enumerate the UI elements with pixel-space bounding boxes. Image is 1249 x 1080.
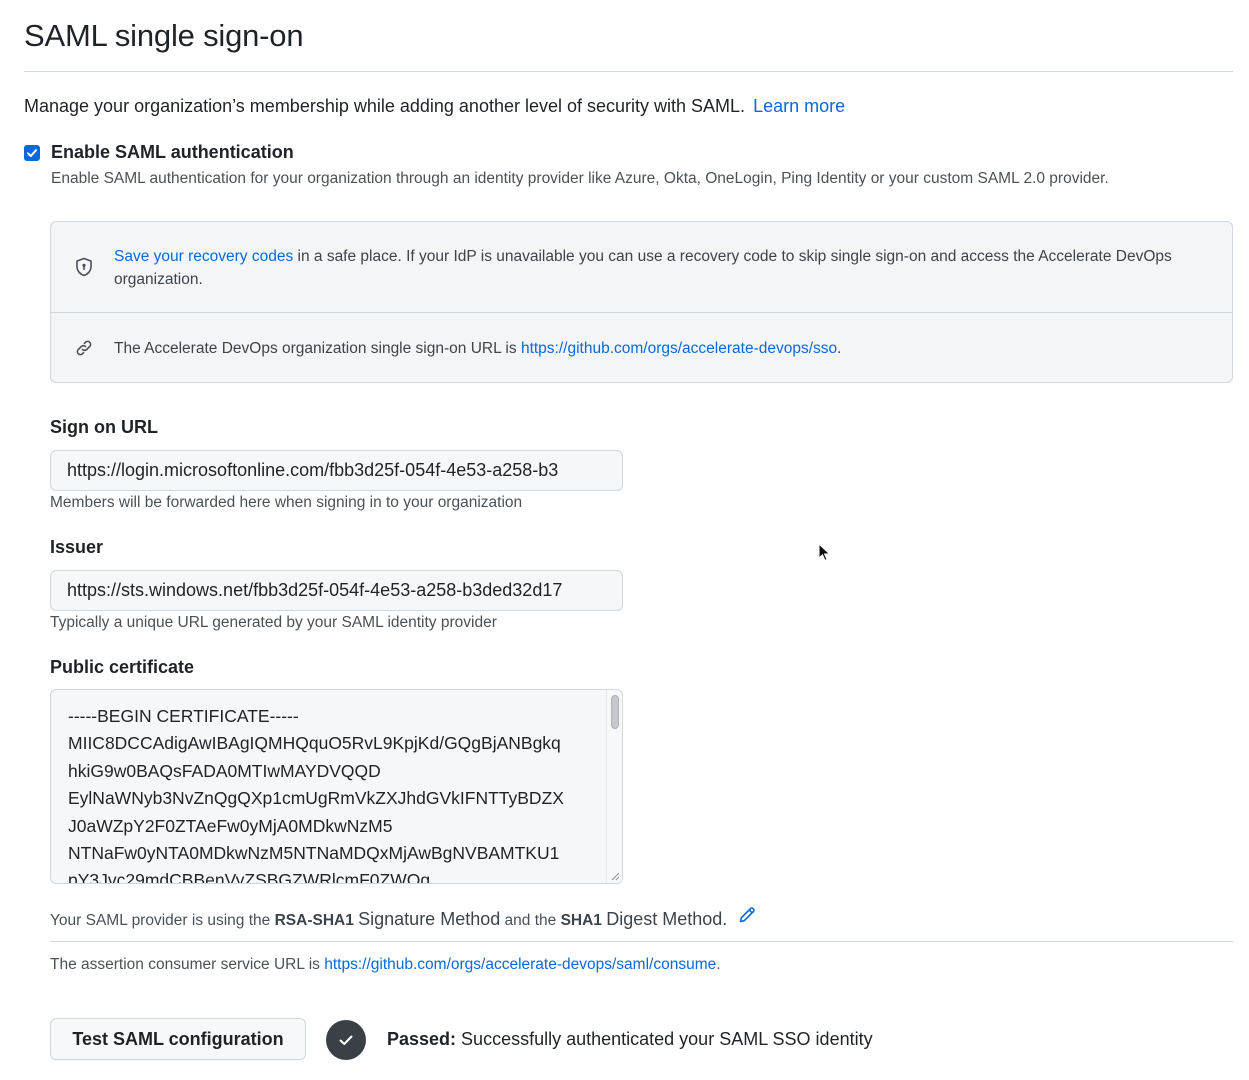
sso-notice-box: Save your recovery codes in a safe place… — [50, 221, 1233, 383]
digest-algorithm: SHA1 — [560, 912, 602, 929]
enable-saml-label[interactable]: Enable SAML authentication — [51, 142, 294, 163]
save-recovery-codes-link[interactable]: Save your recovery codes — [114, 248, 293, 265]
signature-method-row: Your SAML provider is using the RSA-SHA1… — [50, 905, 757, 930]
recovery-codes-notice: Save your recovery codes in a safe place… — [51, 222, 1232, 312]
title-divider — [24, 71, 1233, 72]
certificate-scrollbar[interactable] — [606, 690, 622, 883]
certificate-line: MIIC8DCCAdigAwIBAgIQMHQquO5RvL9KpjKd/GQg… — [68, 733, 561, 754]
public-certificate-textarea[interactable]: -----BEGIN CERTIFICATE----- MIIC8DCCAdig… — [50, 689, 623, 884]
acs-divider — [50, 941, 1233, 942]
sign-on-url-input[interactable]: https://login.microsoftonline.com/fbb3d2… — [50, 450, 623, 491]
issuer-hint: Typically a unique URL generated by your… — [50, 614, 497, 631]
saml-settings-page: SAML single sign-on Manage your organiza… — [0, 0, 1249, 1080]
link-icon — [73, 337, 95, 359]
certificate-line: EylNaWNyb3NvZnQgQXp1cmUgRmVkZXJhdGVkIFNT… — [68, 788, 564, 809]
certificate-content: -----BEGIN CERTIFICATE----- MIIC8DCCAdig… — [68, 703, 598, 884]
issuer-input[interactable]: https://sts.windows.net/fbb3d25f-054f-4e… — [50, 570, 623, 611]
acs-url-period: . — [716, 956, 721, 973]
issuer-label: Issuer — [50, 537, 104, 557]
signature-method-label: Signature Method — [358, 909, 501, 929]
acs-url-prefix: The assertion consumer service URL is — [50, 956, 320, 973]
acs-url-row: The assertion consumer service URL is ht… — [50, 956, 721, 974]
certificate-line: pY3Jvc29mdCBBenVyZSBGZWRlcmF0ZWQg — [68, 870, 431, 884]
learn-more-link[interactable]: Learn more — [753, 96, 845, 116]
test-status-message: Passed: Successfully authenticated your S… — [387, 1029, 873, 1050]
shield-icon — [73, 256, 95, 278]
status-label: Passed: — [387, 1029, 457, 1049]
mouse-pointer-icon — [818, 543, 831, 562]
signature-prefix: Your SAML provider is using the — [50, 912, 271, 929]
signature-algorithm: RSA-SHA1 — [274, 912, 354, 929]
certificate-line: -----BEGIN CERTIFICATE----- — [68, 706, 299, 726]
page-title: SAML single sign-on — [24, 18, 304, 53]
sso-url-link[interactable]: https://github.com/orgs/accelerate-devop… — [521, 340, 837, 357]
test-saml-configuration-button[interactable]: Test SAML configuration — [50, 1018, 306, 1060]
digest-method-label: Digest Method. — [606, 909, 728, 929]
public-certificate-label: Public certificate — [50, 657, 195, 677]
sign-on-url-hint: Members will be forwarded here when sign… — [50, 494, 523, 511]
certificate-line: hkiG9w0BAQsFADA0MTIwMAYDVQQD — [68, 760, 381, 781]
signature-middle: and the — [504, 912, 557, 929]
status-text: Successfully authenticated your SAML SSO… — [461, 1029, 873, 1049]
sso-url-notice: The Accelerate DevOps organization singl… — [51, 312, 1232, 382]
certificate-line: J0aWZpY2F0ZTAeFw0yMjA0MDkwNzM5 — [68, 815, 393, 836]
sso-url-prefix: The Accelerate DevOps organization singl… — [114, 340, 517, 357]
check-icon — [339, 1035, 353, 1045]
enable-saml-description: Enable SAML authentication for your orga… — [51, 170, 1109, 187]
certificate-line: NTNaFw0yNTA0MDkwNzM5NTNaMDQxMjAwBgNVBAMT… — [68, 843, 560, 864]
recovery-notice-text: Save your recovery codes in a safe place… — [114, 245, 1192, 291]
intro-text: Manage your organization’s membership wh… — [24, 96, 746, 116]
acs-url-link[interactable]: https://github.com/orgs/accelerate-devop… — [324, 956, 716, 973]
sso-url-period: . — [837, 340, 842, 357]
enable-saml-checkbox[interactable] — [24, 145, 40, 161]
pencil-icon[interactable] — [737, 905, 757, 925]
passed-status-icon — [326, 1020, 366, 1060]
certificate-scrollbar-thumb[interactable] — [611, 695, 619, 729]
resize-handle-icon[interactable] — [610, 871, 620, 881]
sign-on-url-label: Sign on URL — [50, 417, 158, 437]
sso-url-notice-text: The Accelerate DevOps organization singl… — [114, 337, 1192, 360]
check-icon — [27, 149, 37, 157]
intro-paragraph: Manage your organization’s membership wh… — [24, 96, 845, 117]
